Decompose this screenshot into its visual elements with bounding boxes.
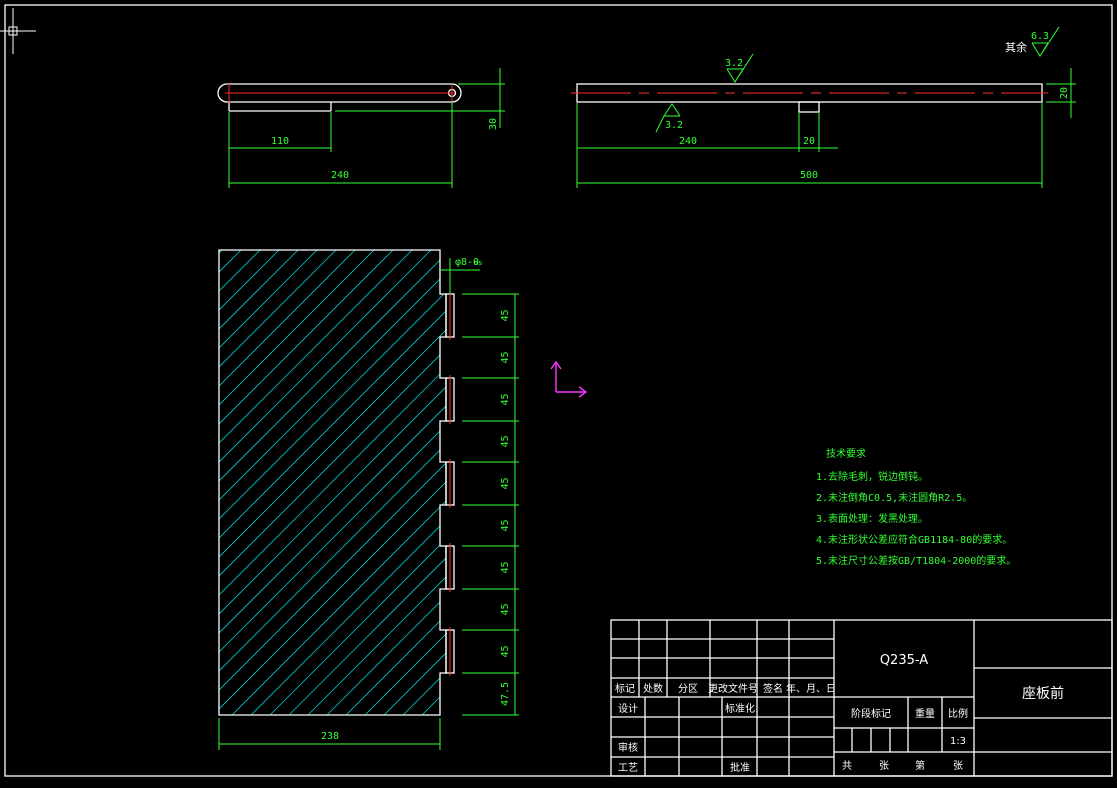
- hatch-line: [345, 250, 446, 715]
- hatch-line: [219, 250, 430, 715]
- tech-req-2: 2.未注倒角C0.5,未注圆角R2.5。: [816, 491, 972, 504]
- standardize-label: 标准化: [725, 702, 755, 715]
- hatch-line: [440, 250, 446, 715]
- process-label: 工艺: [618, 762, 638, 774]
- pitch-label: 45: [500, 561, 511, 573]
- hatch-line: [364, 250, 446, 715]
- pitch-label: 45: [500, 351, 511, 363]
- pitch-label: 45: [500, 393, 511, 405]
- hatch-line: [219, 250, 446, 715]
- material-text: Q235-A: [880, 653, 928, 668]
- page-label: 第: [915, 759, 925, 772]
- dim-240-right-text: 240: [679, 136, 697, 147]
- dim-238-text: 238: [321, 731, 339, 742]
- dim-500-text: 500: [800, 170, 818, 181]
- main-plate-outline: [218, 249, 447, 716]
- part-name-text: 座板前: [1022, 685, 1064, 702]
- dim-110-text: 110: [271, 136, 289, 147]
- tech-req-5: 5.未注尺寸公差按GB/T1804-2000的要求。: [816, 554, 1016, 567]
- hatch-line: [219, 250, 335, 715]
- slot-outline: [798, 101, 820, 113]
- dim-20-slot-text: 20: [803, 136, 815, 147]
- hatch-line: [219, 250, 297, 715]
- pitch-dimensions: 45 45 45 45 45 45 45 45 45 47.5: [462, 293, 519, 716]
- sheets-label-1: 张: [879, 760, 889, 772]
- sheet-border: [4, 4, 1113, 777]
- top-view-right: [571, 26, 1076, 188]
- hatch-line: [219, 250, 446, 715]
- hatch-line: [288, 250, 446, 715]
- header-sign: 签名: [763, 682, 783, 695]
- roughness-bottom-text: 3.2: [665, 120, 683, 131]
- tech-req-3: 3.表面处理：发黑处理。: [816, 512, 928, 525]
- weight-label: 重量: [915, 707, 935, 720]
- hatch-line: [219, 250, 446, 715]
- hatch-line: [219, 250, 278, 715]
- drawing-canvas: 110 240 30 3.2 3.2 240 20 500 20 其余 6.3 …: [0, 4, 1113, 777]
- header-date: 年、月、日: [786, 682, 836, 695]
- pitch-label: 45: [500, 477, 511, 489]
- hatch-line: [219, 250, 354, 715]
- pitch-label: 45: [500, 435, 511, 447]
- hatch-line: [219, 250, 446, 715]
- tech-req-title: 技术要求: [826, 447, 866, 460]
- total-label: 共: [842, 760, 852, 772]
- tech-req-4: 4.未注形状公差应符合GB1184-80的要求。: [816, 533, 1012, 546]
- header-zone: 分区: [678, 683, 698, 695]
- hatch-line: [231, 250, 446, 715]
- hatch-line: [219, 250, 446, 715]
- pitch-label: 45: [500, 645, 511, 657]
- hatch-line: [219, 250, 240, 715]
- dim-30-text: 30: [488, 118, 499, 130]
- hinge-knuckles: [445, 291, 455, 676]
- header-count: 处数: [643, 682, 663, 695]
- hatch-line: [269, 250, 446, 715]
- pitch-label: 45: [500, 603, 511, 615]
- hatch-line: [250, 250, 446, 715]
- hatch-line: [219, 250, 373, 715]
- scale-label: 比例: [948, 707, 968, 720]
- sheets-label-2: 张: [953, 760, 963, 772]
- pitch-label: 47.5: [500, 682, 511, 706]
- rest-label: 其余: [1005, 40, 1027, 54]
- hatch-line: [460, 195, 980, 715]
- hatch-line: [219, 250, 446, 715]
- header-change-doc: 更改文件号: [708, 682, 758, 695]
- hatch-line: [219, 250, 446, 715]
- hatch-line: [307, 250, 446, 715]
- pitch-label: 45: [500, 519, 511, 531]
- dim-240-text: 240: [331, 170, 349, 181]
- hatch-line: [326, 250, 446, 715]
- approve-label: 批准: [730, 761, 750, 774]
- hatch-line: [219, 250, 446, 715]
- scale-value: 1:3: [950, 736, 966, 747]
- header-mark: 标记: [615, 683, 635, 695]
- hatch-line: [219, 250, 446, 715]
- hatch-line: [219, 250, 316, 715]
- hatch-line: [219, 250, 446, 715]
- rest-roughness-text: 6.3: [1031, 31, 1049, 42]
- ucs-icon: [550, 360, 588, 398]
- review-label: 审核: [618, 741, 638, 754]
- stage-mark-label: 阶段标记: [851, 707, 891, 720]
- roughness-top-text: 3.2: [725, 58, 743, 69]
- dim-20-height-text: 20: [1059, 87, 1070, 99]
- fit-suffix: ms: [474, 259, 482, 267]
- hatch-line: [219, 250, 446, 715]
- tech-req-1: 1.去除毛刺，锐边倒钝。: [816, 470, 928, 483]
- pitch-label: 45: [500, 309, 511, 321]
- design-label: 设计: [618, 702, 638, 715]
- hatch-line: [219, 250, 446, 715]
- top-view-left: [217, 68, 505, 188]
